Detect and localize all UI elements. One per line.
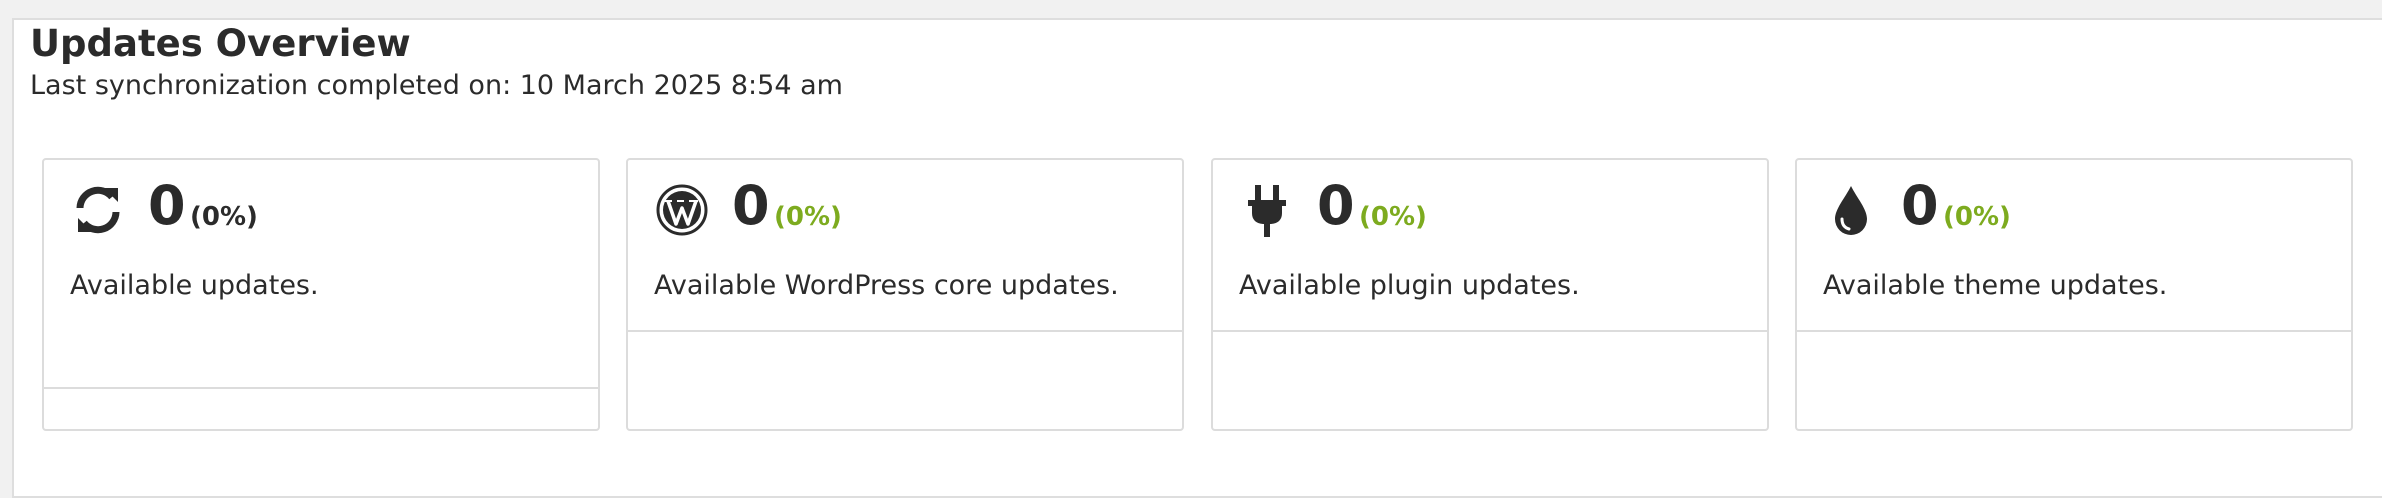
card-footer	[1797, 332, 2351, 429]
available-updates-card[interactable]: 0 (0%) Available updates.	[42, 158, 600, 431]
card-footer	[1213, 332, 1767, 429]
wordpress-icon	[654, 180, 710, 240]
card-footer	[628, 332, 1182, 429]
theme-updates-count: 0	[1901, 174, 1939, 237]
plugin-updates-percent: (0%)	[1359, 202, 1427, 232]
updates-description: Available updates.	[70, 270, 319, 301]
theme-updates-percent: (0%)	[1943, 202, 2011, 232]
plug-icon	[1239, 180, 1295, 240]
theme-updates-card[interactable]: 0 (0%) Available theme updates.	[1795, 158, 2353, 431]
wordpress-updates-percent: (0%)	[774, 202, 842, 232]
wordpress-updates-count: 0	[732, 174, 770, 237]
plugin-updates-count: 0	[1317, 174, 1355, 237]
theme-updates-description: Available theme updates.	[1823, 270, 2168, 301]
droplet-icon	[1823, 180, 1879, 240]
wordpress-updates-description: Available WordPress core updates.	[654, 270, 1119, 301]
updates-count: 0	[148, 174, 186, 237]
sync-icon	[70, 180, 126, 240]
last-sync-text: Last synchronization completed on: 10 Ma…	[30, 70, 843, 101]
plugin-updates-card[interactable]: 0 (0%) Available plugin updates.	[1211, 158, 1769, 431]
wordpress-core-updates-card[interactable]: 0 (0%) Available WordPress core updates.	[626, 158, 1184, 431]
plugin-updates-description: Available plugin updates.	[1239, 270, 1580, 301]
updates-percent: (0%)	[190, 202, 258, 232]
page-title: Updates Overview	[30, 22, 411, 65]
card-footer	[44, 389, 598, 429]
